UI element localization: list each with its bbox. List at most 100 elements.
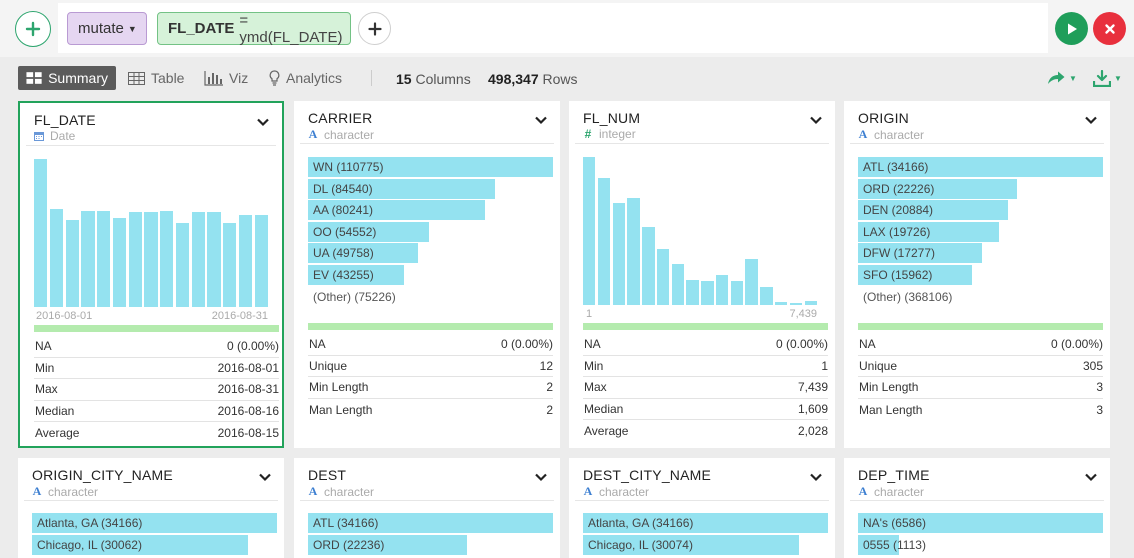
cancel-button[interactable] — [1093, 12, 1126, 45]
value-bars: Atlanta, GA (34166) Chicago, IL (30074) — [583, 513, 828, 556]
chevron-down-icon[interactable] — [1084, 113, 1098, 127]
tab-table[interactable]: Table — [128, 66, 184, 90]
value-bar[interactable]: UA (49758) — [308, 243, 553, 264]
histogram-bar[interactable] — [254, 215, 268, 307]
card-divider — [300, 500, 554, 501]
add-step-button[interactable] — [15, 11, 51, 47]
column-count: 15 Columns — [396, 71, 471, 87]
tab-summary-label: Summary — [48, 70, 108, 86]
column-card-carrier[interactable]: CARRIER A character WN (110775) DL (84540… — [294, 101, 560, 448]
run-button[interactable] — [1055, 12, 1088, 45]
stat-row: NA 0 (0.00%) — [858, 334, 1103, 356]
column-card-origin-city-name[interactable]: ORIGIN_CITY_NAME A character Atlanta, GA… — [18, 458, 284, 558]
expression-token[interactable]: FL_DATE = ymd(FL_DATE) — [157, 12, 351, 46]
caret-down-icon: ▼ — [1114, 73, 1122, 83]
histogram-bar[interactable] — [715, 275, 729, 305]
histogram-bar[interactable] — [583, 157, 596, 305]
stat-label: Min — [584, 358, 604, 373]
command-verb-dropdown[interactable]: mutate ▼ — [67, 12, 147, 45]
value-bar[interactable]: Atlanta, GA (34166) — [583, 513, 828, 533]
summary-grid-icon — [26, 72, 42, 84]
histogram-bar[interactable] — [612, 202, 625, 305]
add-argument-button[interactable] — [358, 12, 391, 45]
share-button[interactable]: ▼ — [1046, 68, 1077, 88]
stats-table: NA 0 (0.00%) Unique 12 Min Length 2 Man Length… — [308, 334, 553, 420]
column-card-origin[interactable]: ORIGIN A character ATL (34166) ORD (22226… — [844, 101, 1110, 448]
histogram-bar[interactable] — [597, 177, 611, 305]
tab-summary[interactable]: Summary — [18, 66, 116, 90]
chevron-down-icon[interactable] — [1084, 470, 1098, 484]
column-type: A character — [32, 484, 98, 499]
value-bar[interactable]: Atlanta, GA (34166) — [32, 513, 277, 533]
value-bar[interactable]: Chicago, IL (30074) — [583, 534, 828, 555]
stat-value: 3 — [1096, 380, 1103, 395]
column-card-dest-city-name[interactable]: DEST_CITY_NAME A character Atlanta, GA (… — [569, 458, 835, 558]
stat-label: Unique — [309, 358, 348, 373]
histogram-bar[interactable] — [774, 302, 788, 305]
value-bar[interactable]: ATL (34166) — [858, 157, 1103, 177]
column-card-fl-num[interactable]: FL_NUM # integer 1 7,439 NA 0 (0.00%) Min 1… — [569, 101, 835, 448]
chevron-down-icon[interactable] — [258, 470, 272, 484]
value-bar-label: ATL (34166) — [313, 516, 379, 530]
histogram-bar[interactable] — [223, 222, 237, 307]
value-bar[interactable]: WN (110775) — [308, 157, 553, 177]
value-bar[interactable]: AA (80241) — [308, 200, 553, 221]
chevron-down-icon[interactable] — [809, 113, 823, 127]
histogram-bar[interactable] — [65, 219, 79, 307]
download-button[interactable]: ▼ — [1093, 68, 1122, 88]
histogram-bar[interactable] — [175, 222, 190, 307]
histogram-bar[interactable] — [745, 259, 758, 305]
tab-viz[interactable]: Viz — [204, 66, 248, 90]
histogram-bar[interactable] — [144, 212, 158, 307]
stat-label: Median — [584, 402, 624, 417]
histogram-bar[interactable] — [656, 248, 670, 305]
histogram-bar[interactable] — [686, 279, 699, 305]
value-bar[interactable]: EV (43255) — [308, 264, 553, 285]
histogram-bar[interactable] — [97, 210, 111, 307]
value-bar[interactable]: LAX (19726) — [858, 221, 1103, 242]
histogram-bar[interactable] — [671, 263, 685, 305]
histogram-bar[interactable] — [238, 215, 253, 307]
value-bar[interactable]: 0555 (1113) — [858, 534, 1103, 555]
plus-icon — [367, 21, 382, 36]
value-bar[interactable]: NA's (6586) — [858, 513, 1103, 533]
play-icon — [1067, 23, 1077, 34]
chevron-down-icon[interactable] — [256, 115, 270, 129]
histogram-bar[interactable] — [160, 210, 174, 307]
value-bar[interactable]: OO (54552) — [308, 221, 553, 242]
histogram-bar[interactable] — [128, 212, 142, 307]
value-bar[interactable]: Chicago, IL (30062) — [32, 534, 277, 555]
histogram-bar[interactable] — [730, 281, 744, 305]
histogram-bar[interactable] — [760, 287, 773, 305]
histogram-bar[interactable] — [804, 300, 817, 305]
histogram-bar[interactable] — [81, 210, 95, 307]
chevron-down-icon[interactable] — [809, 470, 823, 484]
chevron-down-icon[interactable] — [534, 470, 548, 484]
histogram-bar[interactable] — [642, 226, 655, 305]
value-bar[interactable]: ORD (22236) — [308, 534, 553, 555]
histogram-bar[interactable] — [207, 212, 221, 307]
column-card-dep-time[interactable]: DEP_TIME A character NA's (6586) 0555 (11… — [844, 458, 1110, 558]
histogram-bar[interactable] — [34, 159, 48, 307]
column-card-dest[interactable]: DEST A character ATL (34166) ORD (22236) — [294, 458, 560, 558]
value-bar[interactable]: DEN (20884) — [858, 200, 1103, 221]
value-bar[interactable]: SFO (15962) — [858, 264, 1103, 285]
stat-value: 305 — [1082, 358, 1103, 373]
column-type-label: Date — [50, 129, 76, 143]
value-bar[interactable]: DL (84540) — [308, 178, 553, 199]
histogram-bar[interactable] — [701, 281, 714, 305]
tab-analytics[interactable]: Analytics — [269, 66, 342, 90]
chevron-down-icon[interactable] — [534, 113, 548, 127]
stat-label: Max — [35, 382, 58, 397]
column-type: A character — [308, 484, 374, 499]
histogram-bar[interactable] — [789, 303, 803, 305]
value-bar[interactable]: DFW (17277) — [858, 243, 1103, 264]
value-bar[interactable]: ORD (22226) — [858, 178, 1103, 199]
histogram-bar[interactable] — [191, 212, 205, 307]
value-bar[interactable]: ATL (34166) — [308, 513, 553, 533]
histogram-bar[interactable] — [627, 198, 640, 305]
column-card-fl-date[interactable]: FL_DATE Date 2016-08-01 2016-08-31 NA 0 (… — [18, 101, 284, 448]
share-arrow-icon — [1048, 71, 1065, 84]
histogram-bar[interactable] — [49, 209, 64, 307]
histogram-bar[interactable] — [112, 218, 127, 307]
